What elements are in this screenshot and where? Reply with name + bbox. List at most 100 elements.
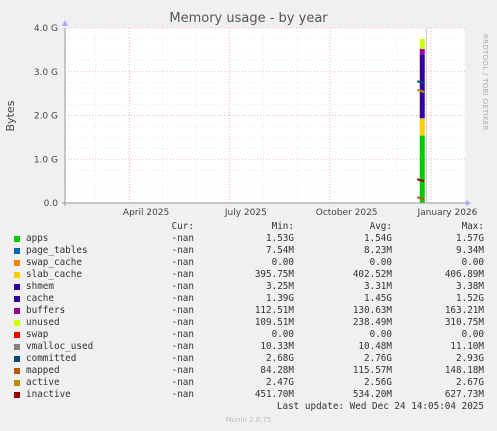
legend-avg: 115.57M bbox=[352, 365, 392, 376]
legend-avg: 0.00 bbox=[369, 329, 392, 340]
y-tick-label: 4.0 G bbox=[34, 24, 58, 34]
legend-min: 112.51M bbox=[254, 305, 294, 316]
y-tick-label: 1.0 G bbox=[34, 155, 58, 165]
last-update-row: Last update: Wed Dec 24 14:05:04 2025 bbox=[10, 401, 490, 413]
legend-row: swap_cache -nan 0.00 0.00 0.00 bbox=[10, 257, 490, 269]
legend-name: buffers bbox=[26, 305, 66, 316]
legend-avg: 3.31M bbox=[364, 281, 392, 292]
legend-min: 2.47G bbox=[266, 377, 294, 388]
stack-segment-slab_cache bbox=[419, 118, 425, 136]
header-max: Max: bbox=[461, 221, 484, 232]
legend-name: mapped bbox=[26, 365, 60, 376]
legend-swatch bbox=[14, 272, 20, 278]
legend-cur: -nan bbox=[171, 257, 194, 268]
legend-row: inactive -nan 451.70M 534.20M 627.73M bbox=[10, 389, 490, 401]
legend-max: 148.18M bbox=[444, 365, 484, 376]
legend-avg: 1.45G bbox=[364, 293, 392, 304]
legend-min: 0.00 bbox=[271, 329, 294, 340]
legend-min: 84.28M bbox=[260, 365, 294, 376]
legend-row: buffers -nan 112.51M 130.63M 163.21M bbox=[10, 305, 490, 317]
legend-cur: -nan bbox=[171, 305, 194, 316]
legend-avg: 402.52M bbox=[352, 269, 392, 280]
legend-min: 0.00 bbox=[271, 257, 294, 268]
legend-max: 2.93G bbox=[456, 353, 484, 364]
legend-row: vmalloc_used -nan 10.33M 10.48M 11.10M bbox=[10, 341, 490, 353]
legend-name: swap bbox=[26, 329, 49, 340]
legend-cur: -nan bbox=[171, 353, 194, 364]
legend-max: 1.52G bbox=[456, 293, 484, 304]
legend-avg: 1.54G bbox=[364, 233, 392, 244]
legend-row: unused -nan 109.51M 238.49M 310.75M bbox=[10, 317, 490, 329]
legend-name: active bbox=[26, 377, 60, 388]
legend-name: unused bbox=[26, 317, 60, 328]
legend-min: 395.75M bbox=[254, 269, 294, 280]
stack-segment-cache bbox=[419, 54, 425, 119]
legend-name: page_tables bbox=[26, 245, 88, 256]
legend-min: 451.70M bbox=[254, 389, 294, 400]
x-tick-label: July 2025 bbox=[224, 208, 267, 218]
legend-avg: 10.48M bbox=[358, 341, 392, 352]
legend-row: apps -nan 1.53G 1.54G 1.57G bbox=[10, 233, 490, 245]
legend-name: vmalloc_used bbox=[26, 341, 94, 352]
legend-swatch bbox=[14, 368, 20, 374]
legend-row: mapped -nan 84.28M 115.57M 148.18M bbox=[10, 365, 490, 377]
legend-cur: -nan bbox=[171, 341, 194, 352]
legend-row: slab_cache -nan 395.75M 402.52M 406.89M bbox=[10, 269, 490, 281]
legend-avg: 8.23M bbox=[364, 245, 392, 256]
legend-cur: -nan bbox=[171, 293, 194, 304]
stack-segment-apps bbox=[419, 135, 425, 203]
legend-min: 2.68G bbox=[266, 353, 294, 364]
header-avg: Avg: bbox=[369, 221, 392, 232]
legend-name: swap_cache bbox=[26, 257, 82, 268]
legend-name: apps bbox=[26, 233, 49, 244]
y-tick-label: 3.0 G bbox=[34, 68, 58, 78]
legend-max: 406.89M bbox=[444, 269, 484, 280]
legend-swatch bbox=[14, 332, 20, 338]
legend-cur: -nan bbox=[171, 317, 194, 328]
legend-name: committed bbox=[26, 353, 77, 364]
legend-max: 1.57G bbox=[456, 233, 484, 244]
legend-swatch bbox=[14, 344, 20, 350]
legend-swatch bbox=[14, 260, 20, 266]
x-tick-label: April 2025 bbox=[123, 208, 169, 218]
legend-row: active -nan 2.47G 2.56G 2.67G bbox=[10, 377, 490, 389]
legend-cur: -nan bbox=[171, 329, 194, 340]
legend-name: inactive bbox=[26, 389, 71, 400]
legend-swatch bbox=[14, 284, 20, 290]
legend-min: 1.39G bbox=[266, 293, 294, 304]
y-axis-arrow bbox=[62, 20, 68, 26]
legend-avg: 130.63M bbox=[352, 305, 392, 316]
legend-cur: -nan bbox=[171, 389, 194, 400]
legend-max: 3.38M bbox=[456, 281, 484, 292]
legend-swatch bbox=[14, 380, 20, 386]
legend-name: slab_cache bbox=[26, 269, 82, 280]
legend-row: shmem -nan 3.25M 3.31M 3.38M bbox=[10, 281, 490, 293]
legend-max: 627.73M bbox=[444, 389, 484, 400]
legend-swatch bbox=[14, 320, 20, 326]
legend-swatch bbox=[14, 248, 20, 254]
y-axis-ticks: 0.0 1.0 G 2.0 G 3.0 G 4.0 G bbox=[34, 24, 58, 209]
legend-cur: -nan bbox=[171, 233, 194, 244]
legend-swatch bbox=[14, 308, 20, 314]
legend-min: 109.51M bbox=[254, 317, 294, 328]
legend-name: cache bbox=[26, 293, 54, 304]
legend-cur: -nan bbox=[171, 245, 194, 256]
legend-max: 310.75M bbox=[444, 317, 484, 328]
legend-cur: -nan bbox=[171, 365, 194, 376]
legend-min: 3.25M bbox=[266, 281, 294, 292]
legend-min: 10.33M bbox=[260, 341, 294, 352]
legend-avg: 238.49M bbox=[352, 317, 392, 328]
legend-cur: -nan bbox=[171, 281, 194, 292]
legend-row: swap -nan 0.00 0.00 0.00 bbox=[10, 329, 490, 341]
legend-swatch bbox=[14, 236, 20, 242]
y-axis-label: Bytes bbox=[4, 100, 17, 131]
legend-swatch bbox=[14, 296, 20, 302]
y-tick-label: 2.0 G bbox=[34, 112, 58, 122]
legend-table: Cur: Min: Avg: Max: apps -nan 1.53G 1.54G 1.… bbox=[10, 221, 490, 413]
legend-max: 2.67G bbox=[456, 377, 484, 388]
x-axis-ticks: April 2025 July 2025 October 2025 January 2… bbox=[123, 208, 478, 218]
legend-avg: 0.00 bbox=[369, 257, 392, 268]
legend-min: 1.53G bbox=[266, 233, 294, 244]
memory-chart: 0.0 1.0 G 2.0 G 3.0 G 4.0 G April 2025 July 2… bbox=[4, 20, 478, 218]
legend-swatch bbox=[14, 356, 20, 362]
